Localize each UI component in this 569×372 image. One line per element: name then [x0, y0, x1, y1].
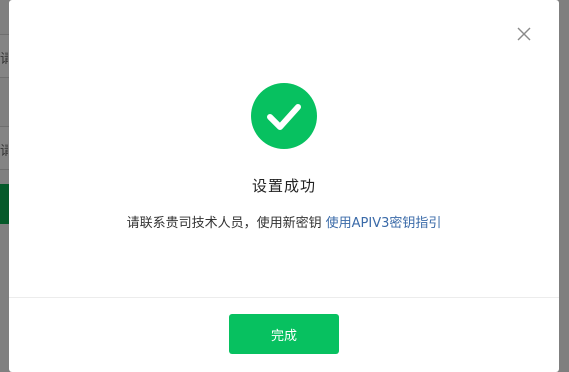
close-icon — [517, 27, 531, 41]
background-input-text: 请 — [0, 52, 8, 67]
dialog-title: 设置成功 — [251, 177, 316, 195]
dialog-description: 请联系贵司技术人员，使用新密钥 使用APIV3密钥指引 — [9, 212, 559, 231]
apiv3-guide-link[interactable]: 使用APIV3密钥指引 — [326, 216, 442, 231]
success-check-icon — [251, 83, 317, 149]
description-text: 请联系贵司技术人员，使用新密钥 — [126, 216, 322, 231]
background-input-text: 请 — [0, 144, 8, 159]
close-button[interactable] — [516, 26, 532, 42]
done-button[interactable]: 完成 — [229, 314, 339, 354]
footer-divider — [9, 297, 559, 298]
success-dialog: 设置成功 请联系贵司技术人员，使用新密钥 使用APIV3密钥指引 完成 — [9, 0, 559, 372]
